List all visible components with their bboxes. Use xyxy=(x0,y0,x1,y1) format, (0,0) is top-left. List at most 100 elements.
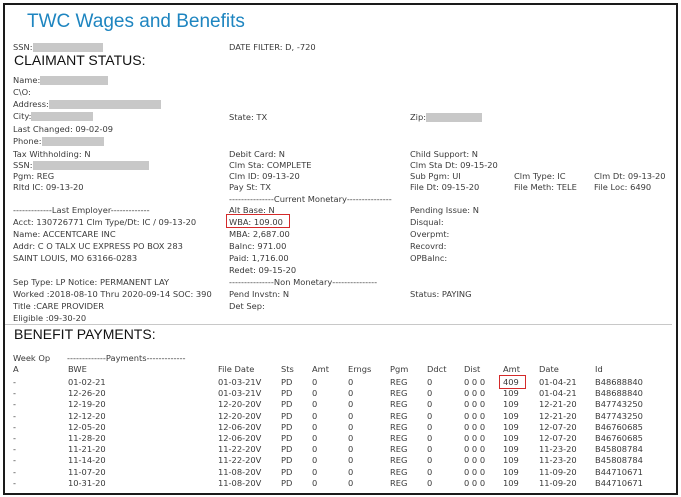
col-bwe-cell: 11-28-20 xyxy=(68,433,106,443)
col-amt-cell: 0 xyxy=(312,466,318,477)
col-id-cell: B46760685 xyxy=(595,433,643,443)
col-ddct-cell: 0 xyxy=(427,410,433,421)
col-erngs-cell: 0 xyxy=(348,421,354,432)
col-bwe-cell: 12-05-20 xyxy=(68,421,106,432)
employer-city-state-zip: SAINT LOUIS, MO 63166-0283 xyxy=(13,253,138,263)
col-file-date-cell: 11-08-20V xyxy=(218,477,262,488)
col-pay-date-cell: 12-21-20 xyxy=(539,399,577,410)
col-dist-cell: 0 0 0 xyxy=(464,377,486,387)
clm-sta: Clm Sta: COMPLETE xyxy=(229,160,312,170)
last-employer-heading: -------------Last Employer------------- xyxy=(13,205,150,215)
col-pgm-cell: REG xyxy=(390,399,408,410)
col-dist-cell: 0 0 0 xyxy=(464,410,486,421)
city-field: City: xyxy=(13,111,94,121)
current-monetary-heading: ---------------Current Monetary---------… xyxy=(229,194,392,204)
col-pay-date-cell: 11-23-20 xyxy=(539,455,577,466)
col-paid-amt-cell: 109 xyxy=(503,477,519,488)
pay-st: Pay St: TX xyxy=(229,182,271,192)
col-paid-amt-cell: 109 xyxy=(503,466,519,477)
col-sts-cell: PD xyxy=(281,433,293,443)
report-window: TWC Wages and Benefits SSN: DATE FILTER:… xyxy=(3,3,678,495)
non-monetary-heading: ---------------Non Monetary-------------… xyxy=(229,277,378,287)
col-sts-cell: PD xyxy=(281,377,293,387)
col-id-cell: B45808784 xyxy=(595,444,643,455)
col-bwe-cell: 12-26-20 xyxy=(68,388,106,399)
col-amt-cell: 0 xyxy=(312,477,318,488)
col-erngs-cell: 0 xyxy=(348,377,354,387)
balnc-value: Balnc: 971.00 xyxy=(229,241,287,251)
col-op-a-cell: - xyxy=(13,399,16,410)
col-amt-cell: 0 xyxy=(312,388,318,399)
col-file-date-cell: 12-06-20V xyxy=(218,433,262,443)
col-bwe-header: BWE xyxy=(68,364,87,374)
col-file-date-cell: 12-06-20V xyxy=(218,421,262,432)
section-divider xyxy=(5,324,672,325)
redacted-phone xyxy=(41,137,104,146)
col-ddct-cell: 0 xyxy=(427,433,433,443)
tax-withholding: Tax Withholding: N xyxy=(13,149,91,159)
co-field: C\O: xyxy=(13,87,31,97)
file-dt: File Dt: 09-15-20 xyxy=(410,182,480,192)
col-pay-date-cell: 11-09-20 xyxy=(539,466,577,477)
employer-name: Name: ACCENTCARE INC xyxy=(13,229,116,239)
col-pgm-cell: REG xyxy=(390,377,408,387)
col-paid-amt-cell: 109 xyxy=(503,433,519,443)
col-ddct-cell: 0 xyxy=(427,421,433,432)
col-sts-cell: PD xyxy=(281,410,293,421)
mba-value: MBA: 2,687.00 xyxy=(229,229,290,239)
job-title: Title :CARE PROVIDER xyxy=(13,301,104,311)
col-bwe-cell: 12-12-20 xyxy=(68,410,106,421)
disqual: Disqual: xyxy=(410,217,444,227)
col-sts-cell: PD xyxy=(281,455,293,466)
debit-card: Debit Card: N xyxy=(229,149,286,159)
sub-pgm: Sub Pgm: UI xyxy=(410,171,461,181)
col-pay-date-cell: 11-23-20 xyxy=(539,444,577,455)
col-erngs-cell: 0 xyxy=(348,466,354,477)
eligible-date: Eligible :09-30-20 xyxy=(13,313,87,323)
col-op-a-cell: - xyxy=(13,388,16,399)
col-op-a-cell: - xyxy=(13,477,16,488)
last-changed: Last Changed: 09-02-09 xyxy=(13,124,114,134)
col-pay-date-cell: 12-21-20 xyxy=(539,410,577,421)
col-amt-cell: 0 xyxy=(312,433,318,443)
col-erngs-cell: 0 xyxy=(348,410,354,421)
sep-type: Sep Type: LP Notice: PERMANENT LAY xyxy=(13,277,170,287)
col-file-date-cell: 01-03-21V xyxy=(218,377,262,387)
col-erngs-cell: 0 xyxy=(348,433,354,443)
col-pgm-cell: REG xyxy=(390,477,408,488)
ssn-field: SSN: xyxy=(13,160,149,170)
col-ddct-cell: 0 xyxy=(427,477,433,488)
phone-field: Phone: xyxy=(13,136,104,146)
paid-value: Paid: 1,716.00 xyxy=(229,253,289,263)
redacted-city xyxy=(31,112,94,121)
col-pgm-cell: REG xyxy=(390,388,408,399)
col-amt-cell: 0 xyxy=(312,421,318,432)
benefit-payments-heading: BENEFIT PAYMENTS: xyxy=(14,326,156,342)
col-id-cell: B48688840 xyxy=(595,388,643,399)
col-pgm-cell: REG xyxy=(390,421,408,432)
col-pay-date-cell: 12-07-20 xyxy=(539,433,577,443)
col-sts-header: Sts xyxy=(281,364,294,374)
col-ddct-cell: 0 xyxy=(427,399,433,410)
col-file-date-cell: 11-22-20V xyxy=(218,444,262,455)
status-field: Status: PAYING xyxy=(410,289,472,299)
col-paid-amt-cell: 109 xyxy=(503,421,519,432)
col-dist-cell: 0 0 0 xyxy=(464,399,486,410)
col-pgm-cell: REG xyxy=(390,444,408,455)
det-sep: Det Sep: xyxy=(229,301,265,311)
col-paid-amt-cell: 109 xyxy=(503,455,519,466)
redacted-zip xyxy=(426,113,483,122)
col-op-a-cell: - xyxy=(13,421,16,432)
clm-dt: Clm Dt: 09-13-20 xyxy=(594,171,666,181)
col-sts-cell: PD xyxy=(281,399,293,410)
col-pgm-cell: REG xyxy=(390,410,408,421)
col-id-cell: B47743250 xyxy=(595,410,643,421)
col-erngs-cell: 0 xyxy=(348,444,354,455)
col-sts-cell: PD xyxy=(281,444,293,455)
col-file-date-cell: 11-08-20V xyxy=(218,466,262,477)
pending-issue: Pending Issue: N xyxy=(410,205,479,215)
col-op-a-cell: - xyxy=(13,433,16,443)
col-op-a-cell: - xyxy=(13,466,16,477)
page-title: TWC Wages and Benefits xyxy=(27,11,245,32)
zip-field: Zip: xyxy=(410,112,483,122)
